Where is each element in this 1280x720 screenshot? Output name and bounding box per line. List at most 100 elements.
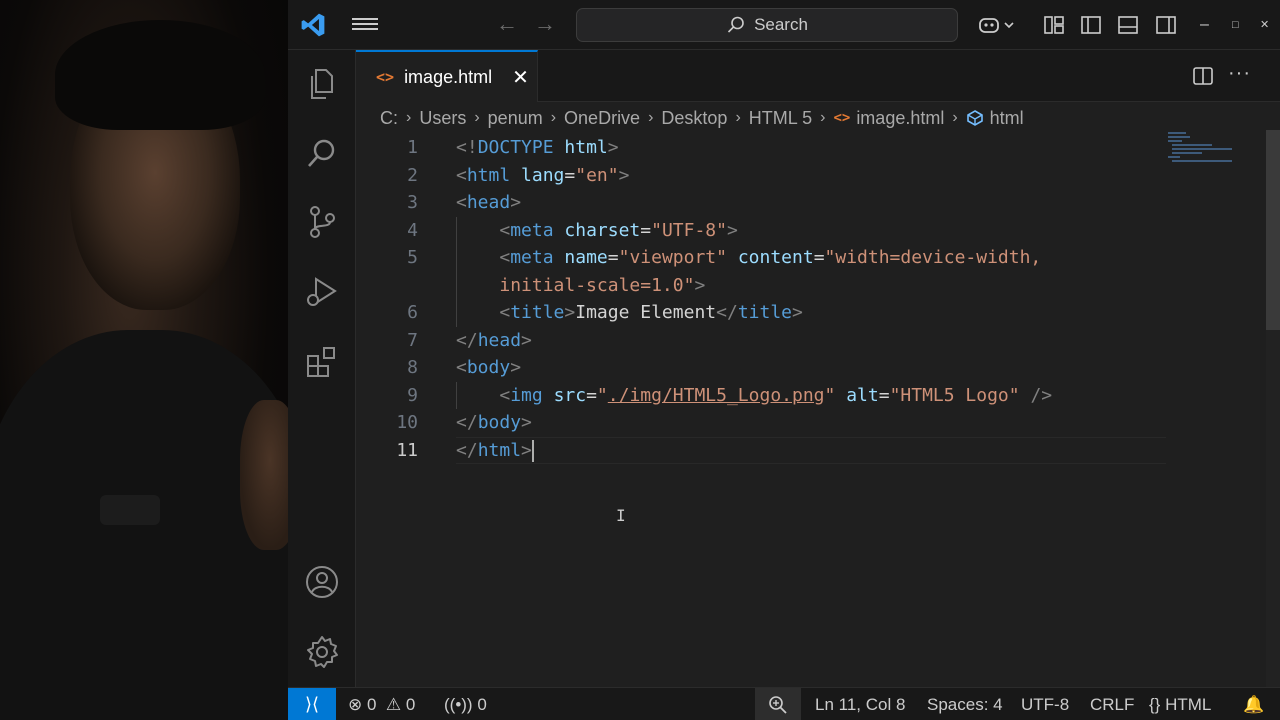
command-center-search[interactable]: Search [576,8,958,42]
scrollbar-thumb[interactable] [1266,130,1280,330]
minimap[interactable] [1168,130,1248,170]
code-token: ./img/HTML5_Logo.png [607,384,825,406]
code-token: > [607,137,619,158]
search-icon [727,16,744,33]
search-view-icon[interactable] [304,136,340,172]
code-token: < [499,384,511,406]
code-token: > [618,164,630,186]
close-window-icon[interactable]: ✕ [1260,14,1269,36]
copilot-icon[interactable] [978,14,1018,36]
html-file-icon: <> [833,110,851,126]
problems-indicator[interactable]: ⊗ 0 ⚠ 0 [348,688,415,720]
notifications-bell-icon[interactable]: 🔔 [1243,688,1264,720]
presenter-hair [55,20,265,130]
code-token: < [499,219,511,241]
breadcrumb-item[interactable]: Users [419,108,466,129]
remote-indicator-icon[interactable]: ⟩⟨ [288,688,336,720]
forward-arrow-icon[interactable]: → [534,12,556,36]
code-editor[interactable]: 1 <!DOCTYPE html> 2 <html lang="en"> 3 <head>… [356,134,1166,464]
code-token: "HTML5 Logo" [889,384,1020,406]
code-text: <html lang="en"> [456,162,629,190]
ports-indicator[interactable]: ((•)) 0 [444,688,487,720]
code-token: img [510,384,543,406]
breadcrumb-item[interactable]: html [990,108,1024,129]
breadcrumb-item[interactable]: C: [380,108,398,129]
breadcrumb-item[interactable]: image.html [856,108,944,129]
code-line[interactable]: 11 </html> [356,436,1166,464]
code-token: "viewport" [618,247,727,268]
title-bar: ← → Search – □ ✕ [288,0,1280,50]
code-text: <meta name="viewport" content="width=dev… [456,244,1041,272]
code-token: = [586,384,597,406]
code-token: > [792,302,803,323]
code-text: initial-scale=1.0"> [456,272,705,300]
code-line[interactable]: 1 <!DOCTYPE html> [356,134,1166,162]
settings-gear-icon[interactable] [304,634,340,670]
code-token: alt [846,384,879,406]
code-token: charset [564,219,641,241]
code-line[interactable]: initial-scale=1.0"> [356,271,1166,300]
toggle-secondary-sidebar-icon[interactable] [1155,14,1177,36]
code-line[interactable]: 6 <title>Image Element</title> [356,299,1166,327]
extensions-icon[interactable] [304,344,340,380]
minimize-icon[interactable]: – [1200,14,1209,36]
mouse-ibeam-cursor-icon: I [616,506,626,525]
chevron-right-icon: › [648,109,654,126]
text-caret [531,439,534,462]
more-actions-icon[interactable]: ··· [1228,63,1251,88]
code-line[interactable]: 7 </head> [356,327,1166,355]
breadcrumb-item[interactable]: HTML 5 [749,108,812,129]
code-token: > [726,219,738,241]
code-text: <head> [456,189,521,217]
code-token: "width=device-width, [824,247,1042,268]
run-and-debug-icon[interactable] [304,274,340,310]
breadcrumb-item[interactable]: Desktop [661,108,727,129]
breadcrumb-item[interactable]: penum [488,108,543,129]
code-token: title [737,302,792,323]
zoom-button[interactable] [755,688,801,720]
maximize-icon[interactable]: □ [1232,14,1239,36]
webcam-overlay [0,0,288,720]
code-line[interactable]: 5 <meta name="viewport" content="width=d… [356,244,1166,272]
code-line[interactable]: 8 <body> [356,354,1166,382]
tab-image-html[interactable]: <> image.html ✕ [356,50,538,102]
line-number: 9 [407,384,418,406]
layout-controls-icon[interactable] [1043,14,1065,36]
split-editor-icon[interactable] [1192,64,1214,88]
code-token: > [694,274,706,296]
code-token: < [456,164,467,186]
toggle-primary-sidebar-icon[interactable] [1080,14,1102,36]
language-mode[interactable]: {} HTML [1149,688,1211,720]
code-token: body [466,357,511,378]
explorer-icon[interactable] [304,66,340,102]
code-token: = [878,384,890,406]
chevron-right-icon: › [406,109,412,126]
cursor-position[interactable]: Ln 11, Col 8 [815,688,905,720]
close-tab-icon[interactable]: ✕ [512,65,529,90]
code-line[interactable]: 9 <img src="./img/HTML5_Logo.png" alt="H… [356,381,1166,410]
code-token: > [510,192,522,213]
code-text: <img src="./img/HTML5_Logo.png" alt="HTM… [456,382,1052,410]
line-ending-setting[interactable]: CRLF [1090,688,1134,720]
menu-icon[interactable] [352,15,378,35]
code-line[interactable]: 10 </body> [356,409,1166,437]
code-token: body [477,412,522,433]
ports-count: 0 [477,695,487,714]
accounts-icon[interactable] [304,564,340,600]
line-number: 4 [407,219,418,241]
code-line[interactable]: 4 <meta charset="UTF-8"> [356,216,1166,244]
current-line-highlight [456,436,1166,464]
code-token: name [564,247,608,268]
code-line[interactable]: 2 <html lang="en"> [356,162,1166,190]
source-control-icon[interactable] [304,204,340,240]
chevron-right-icon: › [735,109,741,126]
breadcrumb-item[interactable]: OneDrive [564,108,640,129]
encoding-setting[interactable]: UTF-8 [1021,688,1069,720]
back-arrow-icon[interactable]: ← [496,12,518,36]
code-line[interactable]: 3 <head> [356,189,1166,217]
toggle-panel-icon[interactable] [1117,14,1139,36]
indentation-setting[interactable]: Spaces: 4 [927,688,1003,720]
chevron-right-icon: › [550,109,557,126]
